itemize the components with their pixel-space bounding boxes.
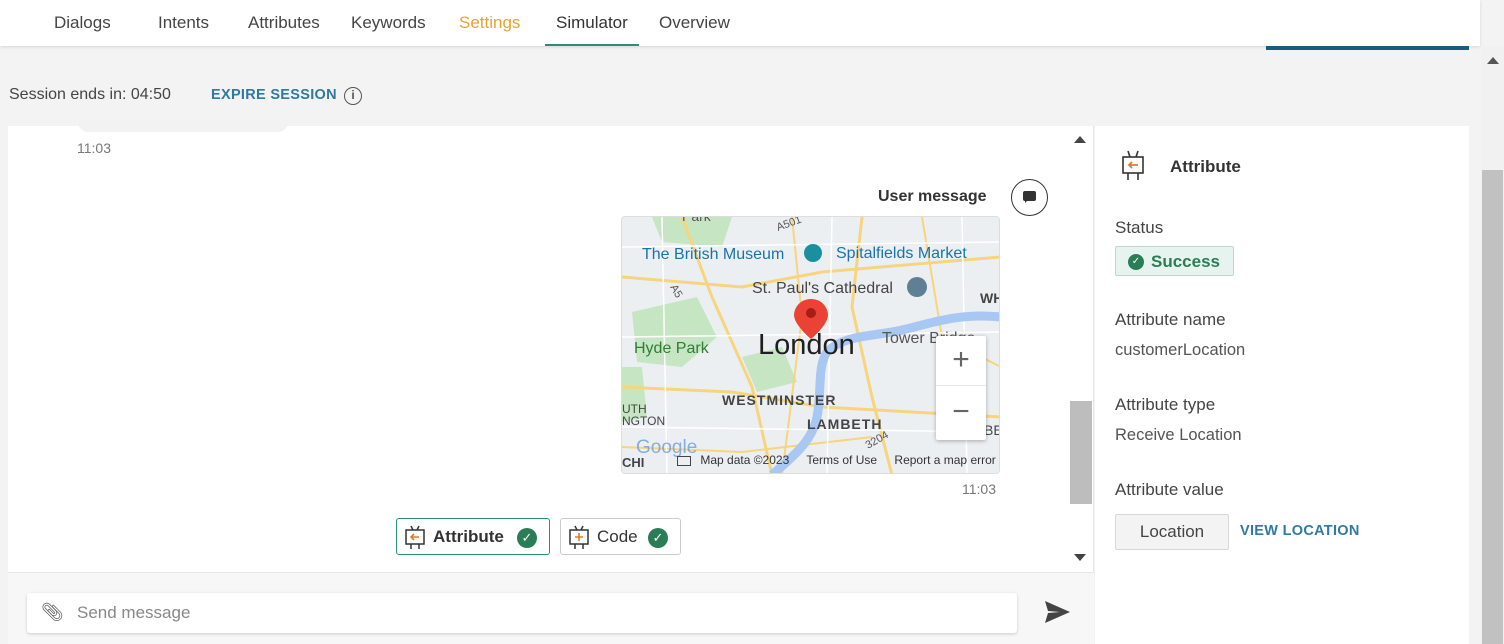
- svg-text:WH: WH: [980, 290, 1000, 306]
- tab-simulator[interactable]: Simulator: [545, 0, 639, 46]
- attribute-name-value: customerLocation: [1115, 341, 1246, 359]
- expire-session-button[interactable]: EXPIRE SESSION: [211, 87, 337, 103]
- header-action-button-edge[interactable]: [1266, 46, 1469, 50]
- svg-text:London: London: [758, 329, 855, 361]
- chat-scroll-thumb[interactable]: [1070, 401, 1092, 504]
- status-value: Success: [1151, 252, 1220, 271]
- map-zoom-controls: + −: [936, 336, 986, 440]
- map-terms-link[interactable]: Terms of Use: [806, 453, 877, 467]
- paperclip-icon[interactable]: 📎︎: [41, 602, 64, 623]
- user-message-label: User message: [878, 188, 987, 205]
- map-footer: Map data ©2023 Terms of Use Report a map…: [677, 453, 999, 467]
- page-scroll-thumb[interactable]: [1482, 170, 1503, 644]
- tab-overview[interactable]: Overview: [659, 0, 730, 46]
- zoom-in-button[interactable]: +: [936, 336, 986, 386]
- attribute-robot-icon: [405, 525, 425, 549]
- status-label: Status: [1115, 218, 1164, 237]
- page-scroll-up-arrow-icon[interactable]: [1487, 57, 1499, 64]
- map-label-british-museum: The British Museum: [642, 246, 784, 263]
- code-robot-icon: [569, 525, 589, 549]
- tab-keywords[interactable]: Keywords: [351, 0, 426, 46]
- info-icon[interactable]: i: [344, 87, 362, 105]
- tab-intents[interactable]: Intents: [158, 0, 209, 46]
- code-chip-label: Code: [597, 527, 638, 546]
- location-map[interactable]: The British Museum Spitalfields Market S…: [621, 216, 1000, 474]
- panel-title: Attribute: [1170, 157, 1241, 176]
- svg-text:St. Paul's Cathedral: St. Paul's Cathedral: [752, 280, 893, 297]
- message-timestamp: 11:03: [962, 481, 996, 497]
- attribute-step-chip[interactable]: Attribute ✓: [396, 518, 550, 555]
- svg-text:BE: BE: [984, 422, 1000, 438]
- svg-text:WESTMINSTER: WESTMINSTER: [722, 392, 836, 408]
- tab-settings[interactable]: Settings: [459, 0, 520, 46]
- svg-text:Park: Park: [682, 217, 712, 224]
- view-location-link[interactable]: VIEW LOCATION: [1240, 523, 1360, 539]
- attribute-details-panel: Attribute Status ✓ Success Attribute nam…: [1095, 126, 1469, 644]
- svg-text:Spitalfields Market: Spitalfields Market: [836, 245, 967, 262]
- attribute-type-value: Receive Location: [1115, 426, 1242, 444]
- attribute-name-label: Attribute name: [1115, 310, 1226, 329]
- keyboard-icon[interactable]: [677, 455, 691, 466]
- svg-text:NGTON: NGTON: [622, 414, 665, 428]
- code-step-chip[interactable]: Code ✓: [560, 518, 681, 555]
- attribute-type-label: Attribute type: [1115, 395, 1216, 414]
- send-message-input[interactable]: [77, 593, 997, 633]
- svg-text:LAMBETH: LAMBETH: [807, 416, 882, 432]
- session-timer: Session ends in: 04:50: [9, 86, 171, 103]
- svg-text:Hyde Park: Hyde Park: [634, 340, 710, 357]
- composer-area: 📎︎: [8, 572, 1094, 644]
- tab-attributes[interactable]: Attributes: [248, 0, 320, 46]
- map-data-attribution: Map data ©2023: [700, 453, 790, 467]
- message-composer: 📎︎: [27, 593, 1017, 633]
- tab-dialogs[interactable]: Dialogs: [54, 0, 111, 46]
- chat-scrollbar[interactable]: [1070, 126, 1092, 572]
- location-value-button[interactable]: Location: [1115, 514, 1229, 550]
- scroll-down-arrow-icon[interactable]: [1074, 554, 1086, 561]
- zoom-out-button[interactable]: −: [936, 388, 986, 438]
- message-timestamp: 11:03: [77, 140, 111, 156]
- check-icon: ✓: [648, 528, 668, 548]
- attribute-robot-icon: [1122, 150, 1144, 180]
- previous-message-bubble: [78, 120, 288, 132]
- chat-bubble-icon: [1011, 179, 1048, 216]
- top-tab-bar: Dialogs Intents Attributes Keywords Sett…: [0, 0, 1480, 46]
- map-report-error-link[interactable]: Report a map error: [894, 453, 995, 467]
- chat-panel: 11:03 User message The British Museum Sp…: [8, 120, 1094, 644]
- attribute-chip-label: Attribute: [433, 527, 504, 546]
- check-circle-icon: ✓: [1128, 254, 1144, 270]
- scroll-up-arrow-icon[interactable]: [1074, 136, 1086, 143]
- attribute-value-label: Attribute value: [1115, 480, 1224, 499]
- status-badge: ✓ Success: [1115, 246, 1234, 276]
- send-icon[interactable]: [1042, 597, 1072, 627]
- check-icon: ✓: [517, 528, 537, 548]
